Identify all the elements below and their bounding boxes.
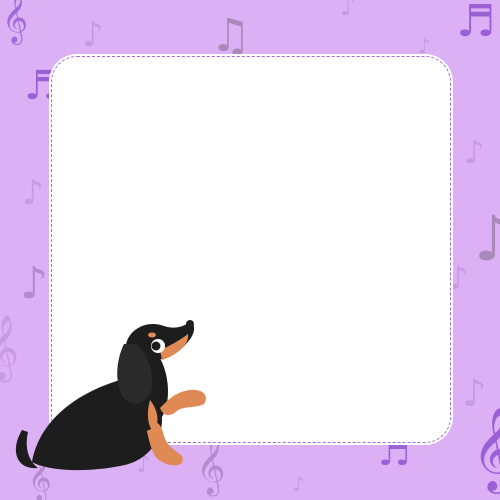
treble-clef-icon: 𝄞: [0, 315, 20, 380]
beamed-notes-icon: ♫: [210, 8, 252, 62]
treble-clef-icon: 𝄞: [472, 406, 500, 490]
eighth-note-icon: ♪: [292, 472, 305, 496]
blank-frame: [51, 56, 451, 443]
eighth-note-icon: ♪: [418, 34, 431, 58]
treble-clef-icon: 𝄞: [2, 0, 29, 43]
sixteenth-notes-icon: ♬: [456, 0, 496, 47]
music-frame-card: 𝄞 ♪ ♫ ♪ ♬ ♪ ♬ ♪ ♪ ♪ ♪ ♪ 𝄞 ♪ ♬ 𝄞 𝄞 𝄞 ♪ ♪: [0, 0, 500, 500]
eighth-note-icon: ♪: [340, 0, 357, 22]
treble-clef-icon: 𝄞: [196, 436, 226, 494]
eighth-note-icon: ♪: [20, 258, 49, 309]
eighth-note-icon: ♪: [474, 202, 500, 275]
eighth-note-icon: ♪: [464, 133, 485, 171]
eighth-note-icon: ♪: [82, 15, 104, 55]
eighth-note-icon: ♪: [448, 259, 469, 297]
eighth-note-icon: ♪: [22, 173, 44, 213]
eighth-note-icon: ♪: [136, 450, 152, 478]
treble-clef-icon: 𝄞: [28, 455, 52, 500]
